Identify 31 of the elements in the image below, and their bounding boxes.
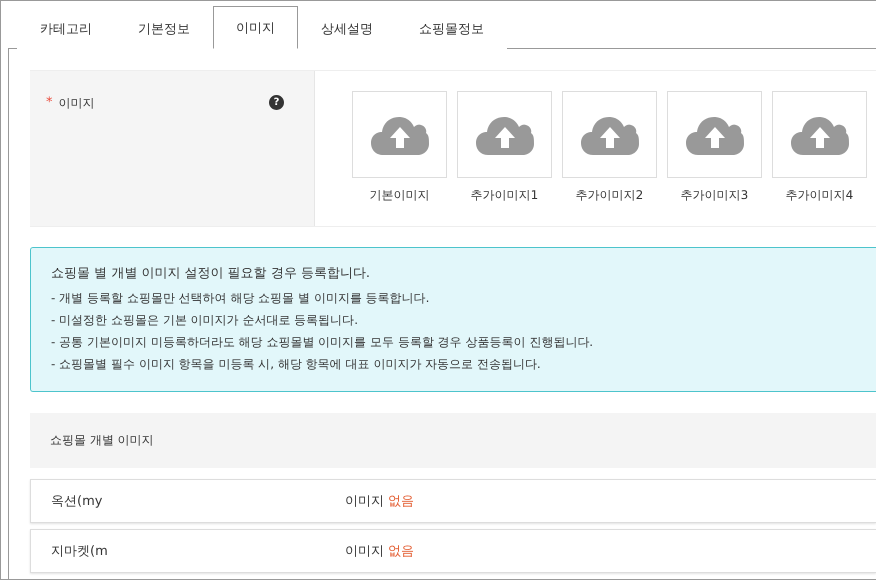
tab[interactable]: 이미지 (213, 6, 298, 49)
notice-title: 쇼핑몰 별 개별 이미지 설정이 필요할 경우 등록합니다. (51, 265, 372, 282)
cloud-upload-icon (686, 114, 744, 154)
mall-name: 지마켓(m (51, 543, 109, 560)
image-upload-slot[interactable] (667, 91, 762, 178)
image-upload-slot[interactable] (562, 91, 657, 178)
required-mark: * (46, 95, 52, 110)
image-upload-slot[interactable] (352, 91, 447, 178)
status-value: 없음 (388, 493, 414, 510)
status-label: 이미지 (345, 543, 384, 560)
field-label: 이미지 (58, 95, 96, 112)
status-label: 이미지 (345, 493, 384, 510)
image-upload-slot[interactable] (772, 91, 867, 178)
notice-line: - 공통 기본이미지 미등록하더라도 해당 쇼핑몰별 이미지를 모두 등록할 경우 상품등록이 진행됩니다. (51, 334, 594, 351)
slot-label: 추가이미지3 (680, 187, 748, 204)
status-value: 없음 (388, 543, 414, 560)
image-upload-slot[interactable] (457, 91, 552, 178)
help-icon[interactable]: ? (269, 95, 284, 110)
slot-label: 추가이미지2 (576, 187, 644, 204)
mall-name: 옥션(my (51, 493, 104, 510)
cloud-upload-icon (370, 114, 428, 154)
notice-line: - 개별 등록할 쇼핑몰만 선택하여 해당 쇼핑몰 별 이미지를 등록합니다. (51, 290, 430, 307)
cloud-upload-icon (790, 114, 848, 154)
section-header: 쇼핑몰 개별 이미지 (30, 413, 876, 468)
cloud-upload-icon (580, 114, 638, 154)
cloud-upload-icon (476, 114, 534, 154)
slot-label: 추가이미지1 (470, 187, 538, 204)
notice-line: - 쇼핑몰별 필수 이미지 항목을 미등록 시, 해당 항목에 대표 이미지가 자동으로 전송됩니다. (51, 356, 542, 373)
slot-label: 추가이미지4 (786, 187, 854, 204)
slot-label: 기본이미지 (370, 187, 430, 204)
notice-line: - 미설정한 쇼핑몰은 기본 이미지가 순서대로 등록됩니다. (51, 312, 360, 329)
